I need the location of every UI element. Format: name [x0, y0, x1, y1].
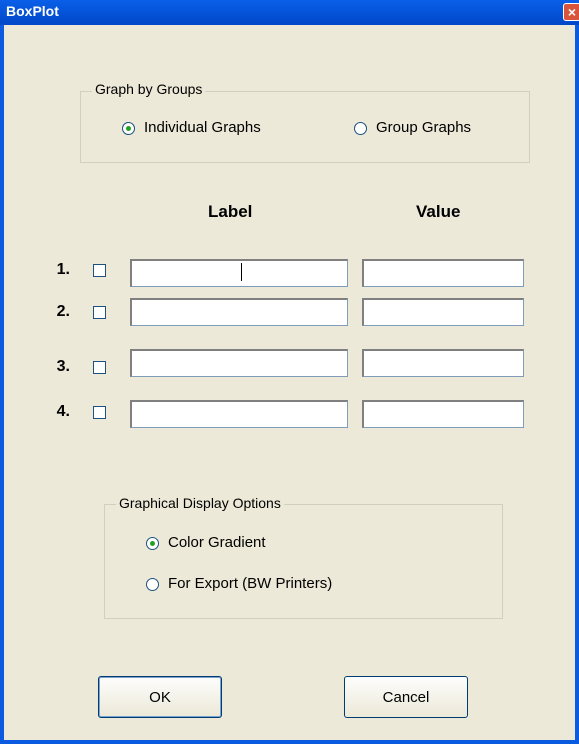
ok-button[interactable]: OK — [98, 676, 222, 718]
label-column-header: Label — [208, 202, 253, 221]
title-bar[interactable]: BoxPlot × — [0, 0, 579, 25]
boxplot-dialog: BoxPlot × Graph by Groups Individual Gra… — [0, 0, 579, 744]
row-2-value-input[interactable] — [362, 298, 524, 326]
row-number: 1. — [56, 261, 70, 278]
row-number: 2. — [56, 303, 70, 320]
cancel-button[interactable]: Cancel — [344, 676, 468, 718]
row-1-value-input[interactable] — [362, 259, 524, 287]
group-graphs-radio[interactable] — [354, 122, 367, 135]
text-cursor — [241, 263, 242, 281]
window-title: BoxPlot — [6, 3, 59, 19]
individual-graphs-radio[interactable] — [122, 122, 135, 135]
row-2-label-input[interactable] — [130, 298, 348, 326]
color-gradient-label[interactable]: Color Gradient — [168, 534, 266, 551]
close-icon: × — [567, 4, 577, 20]
row-3-label-input[interactable] — [130, 349, 348, 377]
row-number: 4. — [56, 403, 70, 420]
bw-export-radio[interactable] — [146, 578, 159, 591]
display-options-group — [104, 504, 503, 619]
row-1-checkbox[interactable] — [93, 264, 106, 277]
graph-by-groups-legend: Graph by Groups — [92, 81, 206, 97]
display-options-legend: Graphical Display Options — [116, 495, 284, 511]
row-2-checkbox[interactable] — [93, 306, 106, 319]
row-number: 3. — [56, 358, 70, 375]
close-button[interactable]: × — [563, 3, 579, 21]
dialog-client-area: Graph by Groups Individual Graphs Group … — [4, 25, 575, 740]
row-3-value-input[interactable] — [362, 349, 524, 377]
row-4-value-input[interactable] — [362, 400, 524, 428]
group-graphs-label[interactable]: Group Graphs — [376, 119, 471, 136]
bw-export-label[interactable]: For Export (BW Printers) — [168, 575, 332, 592]
row-3-checkbox[interactable] — [93, 361, 106, 374]
row-1-label-input[interactable] — [130, 259, 348, 287]
row-4-checkbox[interactable] — [93, 406, 106, 419]
value-column-header: Value — [416, 202, 461, 221]
color-gradient-radio[interactable] — [146, 537, 159, 550]
row-4-label-input[interactable] — [130, 400, 348, 428]
individual-graphs-label[interactable]: Individual Graphs — [144, 119, 261, 136]
